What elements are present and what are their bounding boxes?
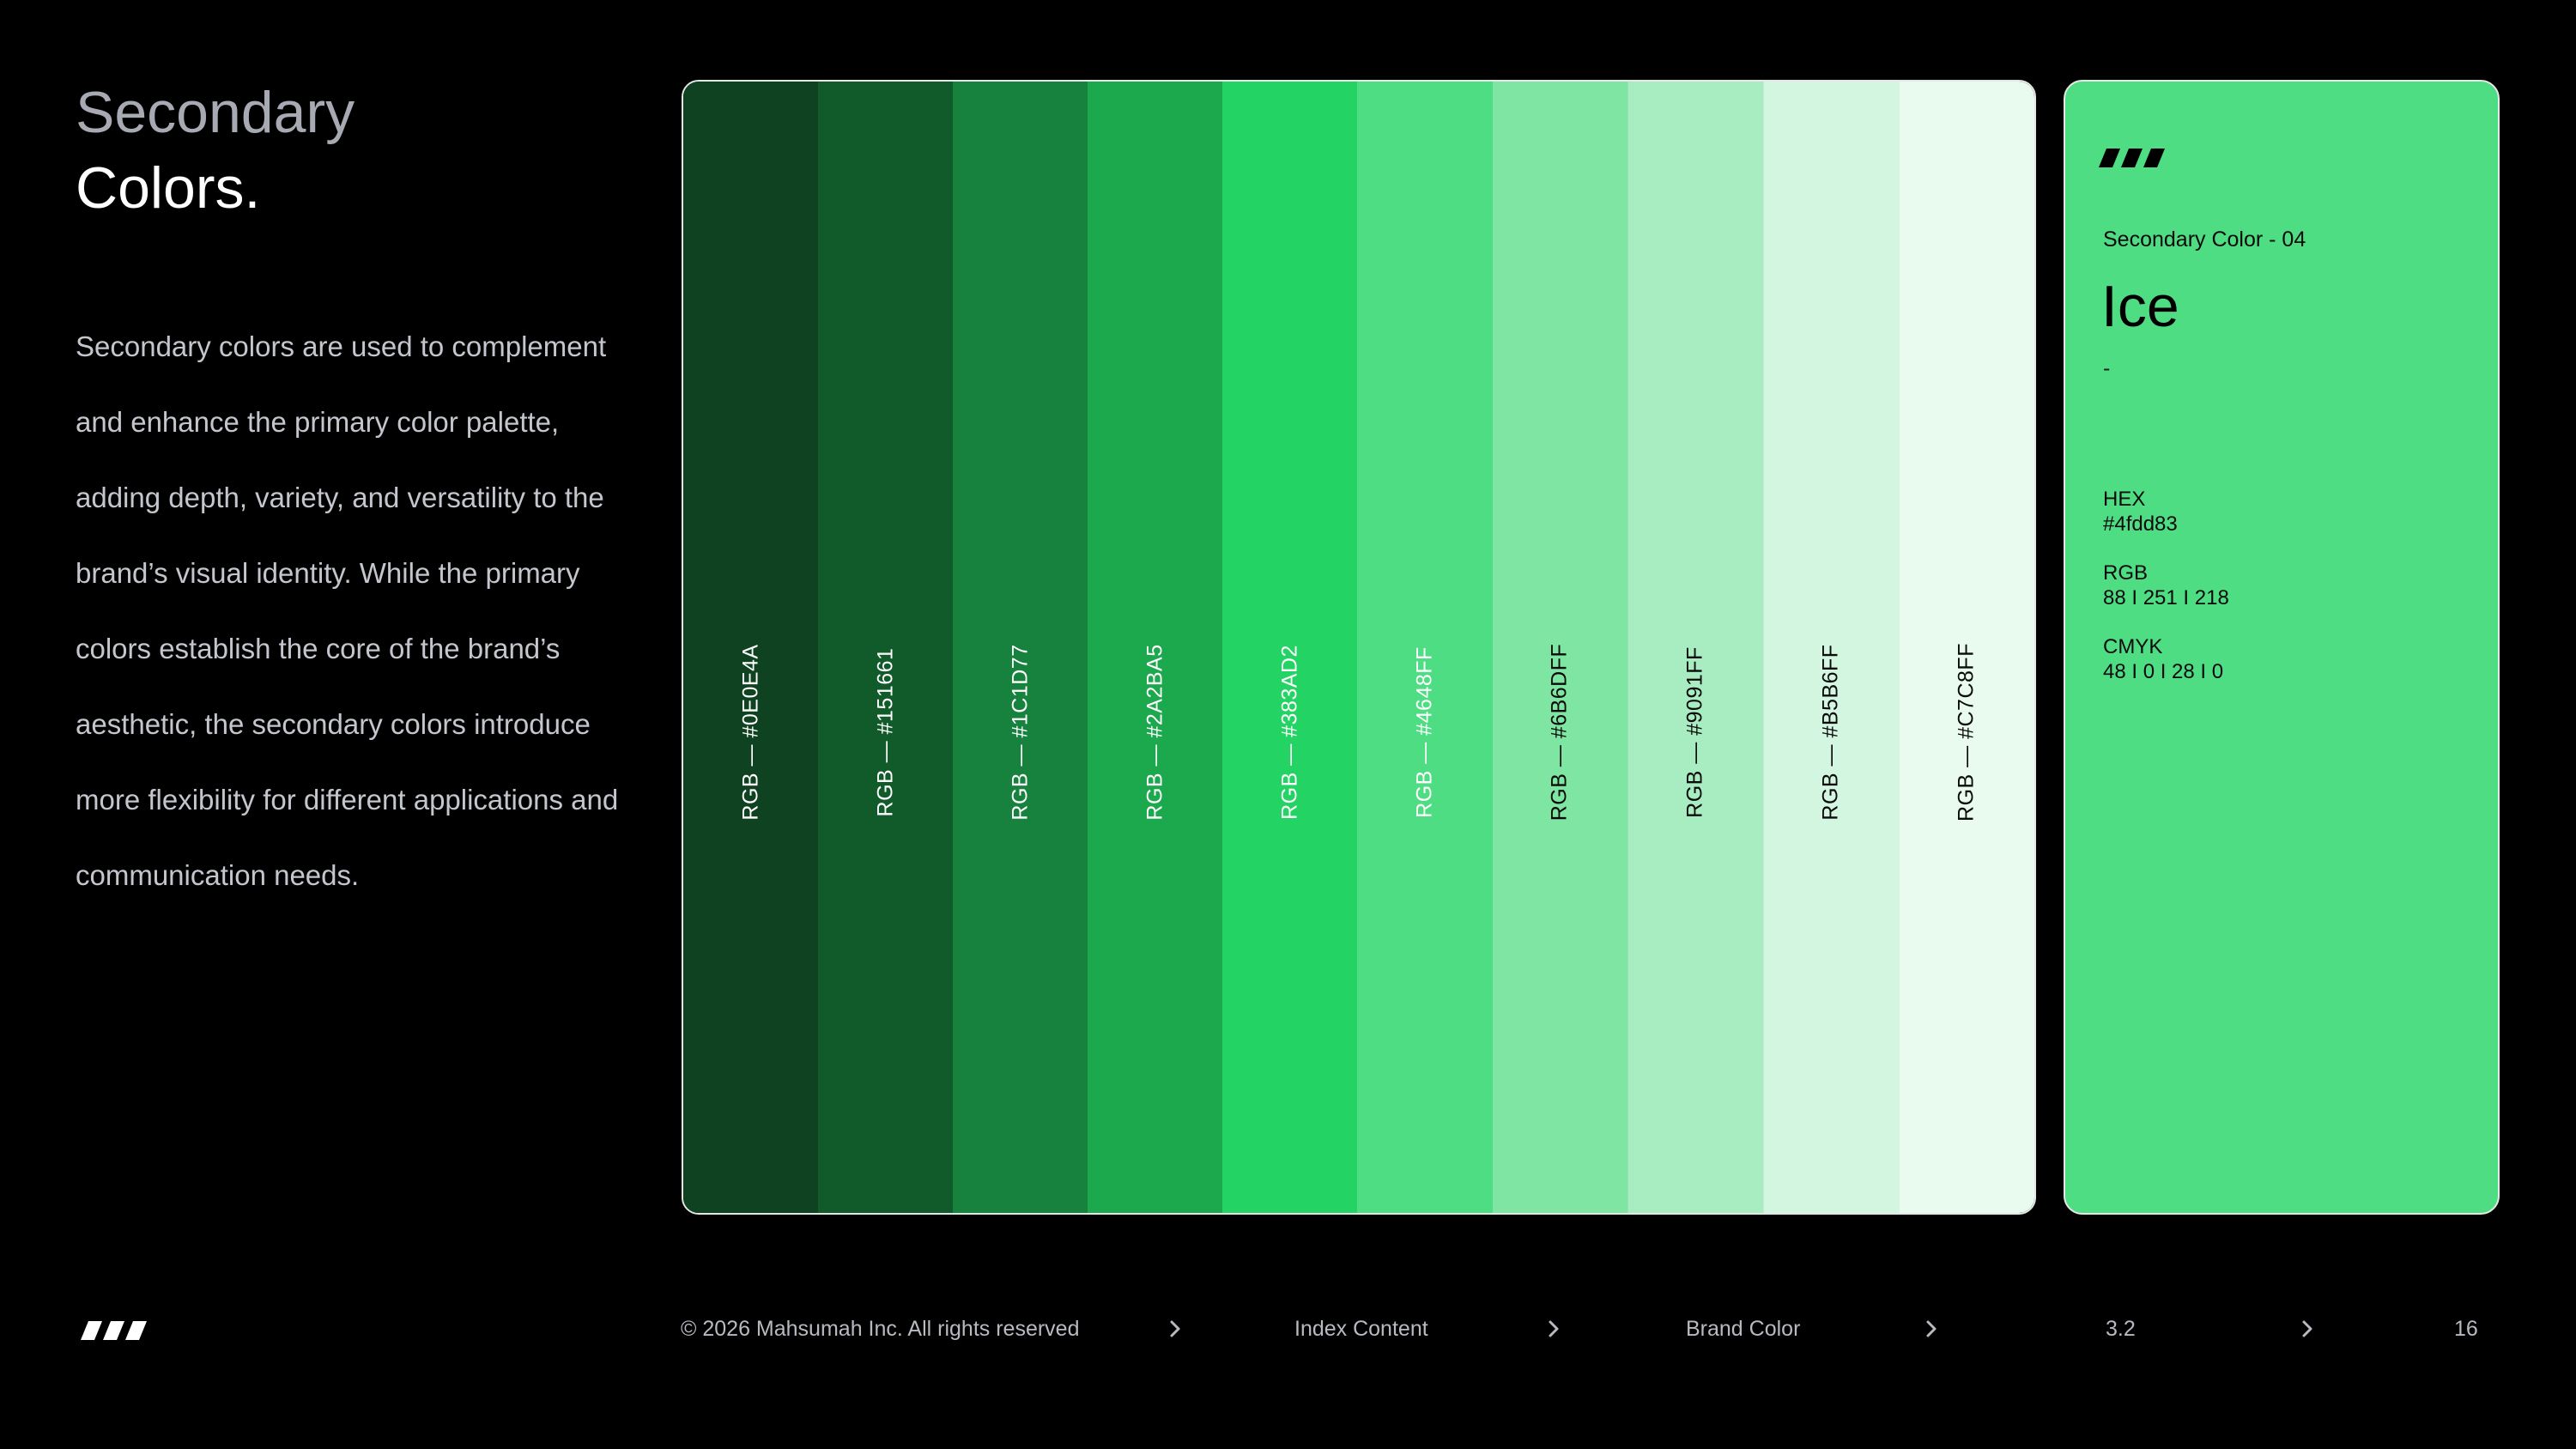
- color-swatch: RGB — #0E0E4A: [683, 82, 819, 1213]
- swatch-label: RGB — #C7C8FF: [1954, 643, 1979, 822]
- swatch-label: RGB — #B5B6FF: [1818, 644, 1843, 821]
- color-swatch: RGB — #383AD2: [1222, 82, 1358, 1213]
- cmyk-spec: CMYK 48 I 0 I 28 I 0: [2103, 634, 2223, 684]
- rgb-label: RGB: [2103, 561, 2149, 585]
- color-swatch: RGB — #C7C8FF: [1898, 82, 2034, 1213]
- description-text: Secondary colors are used to complement …: [76, 330, 619, 891]
- color-swatch: RGB — #B5B6FF: [1762, 82, 1899, 1213]
- color-name: Ice: [2101, 274, 2179, 339]
- color-swatch: RGB — #2A2BA5: [1088, 82, 1223, 1213]
- color-swatch: RGB — #151661: [818, 82, 954, 1213]
- cmyk-value: 48 I 0 I 28 I 0: [2103, 660, 2224, 683]
- rgb-spec: RGB 88 I 251 I 218: [2103, 561, 2229, 610]
- color-swatch: RGB — #9091FF: [1627, 82, 1763, 1213]
- hex-value: #4fdd83: [2103, 512, 2178, 536]
- footer-link-index-content[interactable]: Index Content: [1294, 1313, 1428, 1344]
- color-palette: RGB — #0E0E4A RGB — #151661 RGB — #1C1D77 R…: [682, 80, 2036, 1215]
- swatch-label: RGB — #151661: [873, 647, 898, 817]
- title-line-colors: Colors.: [76, 155, 261, 221]
- chevron-right-icon: [1170, 1320, 1180, 1337]
- footer-link-brand-color[interactable]: Brand Color: [1686, 1313, 1800, 1344]
- chevron-right-icon: [1549, 1320, 1559, 1337]
- color-swatch: RGB — #4648FF: [1357, 82, 1493, 1213]
- color-swatch: RGB — #1C1D77: [953, 82, 1088, 1213]
- hex-spec: HEX #4fdd83: [2103, 487, 2178, 537]
- swatch-label: RGB — #9091FF: [1682, 646, 1707, 818]
- page-number: 16: [2454, 1317, 2478, 1341]
- color-swatch: RGB — #6B6DFF: [1492, 82, 1627, 1213]
- card-subtitle: Secondary Color - 04: [2103, 227, 2306, 252]
- swatch-label: RGB — #1C1D77: [1008, 644, 1033, 821]
- brand-logo-icon: [2099, 149, 2165, 167]
- swatch-label: RGB — #383AD2: [1277, 645, 1302, 820]
- chevron-right-icon: [2302, 1320, 2312, 1337]
- cmyk-label: CMYK: [2103, 635, 2163, 658]
- brand-logo-icon: [81, 1321, 147, 1340]
- color-detail-card: Secondary Color - 04 Ice - HEX #4fdd83 R…: [2064, 80, 2500, 1215]
- title-line-secondary: Secondary: [76, 80, 355, 145]
- footer-copyright: © 2026 Mahsumah Inc. All rights reserved: [681, 1317, 1080, 1341]
- card-dash: -: [2103, 356, 2111, 380]
- swatch-label: RGB — #0E0E4A: [738, 644, 763, 821]
- swatch-label: RGB — #2A2BA5: [1143, 644, 1167, 821]
- footer-section-number: 3.2: [2106, 1317, 2136, 1341]
- swatch-label: RGB — #6B6DFF: [1547, 643, 1572, 822]
- rgb-value: 88 I 251 I 218: [2103, 586, 2229, 609]
- chevron-right-icon: [1926, 1320, 1937, 1337]
- hex-label: HEX: [2103, 488, 2146, 511]
- swatch-label: RGB — #4648FF: [1412, 646, 1437, 818]
